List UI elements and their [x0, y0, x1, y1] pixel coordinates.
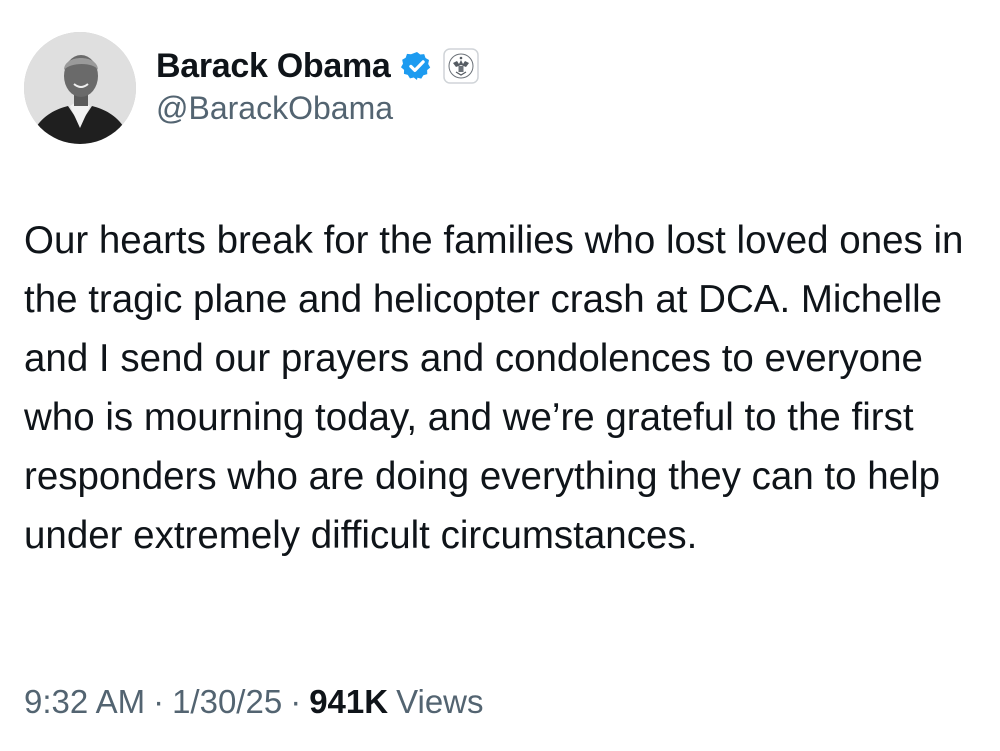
tweet-text: Our hearts break for the families who lo…: [24, 219, 964, 557]
us-government-seal-icon[interactable]: [442, 48, 479, 84]
avatar-photo: [24, 32, 136, 144]
avatar[interactable]: [24, 32, 136, 144]
author-name-row: Barack Obama: [156, 44, 479, 88]
author-handle[interactable]: @BarackObama: [156, 90, 393, 127]
tweet-time[interactable]: 9:32 AM: [24, 683, 145, 721]
meta-separator: ·: [153, 683, 165, 720]
author-display-name[interactable]: Barack Obama: [156, 47, 391, 86]
verified-checkmark-icon[interactable]: [400, 50, 433, 82]
meta-separator: ·: [290, 683, 302, 720]
views-count: 941K: [309, 683, 389, 720]
views-label: Views: [396, 683, 484, 720]
tweet-date[interactable]: 1/30/25: [172, 683, 282, 721]
tweet-meta: 9:32 AM · 1/30/25 · 941K Views: [24, 683, 484, 721]
